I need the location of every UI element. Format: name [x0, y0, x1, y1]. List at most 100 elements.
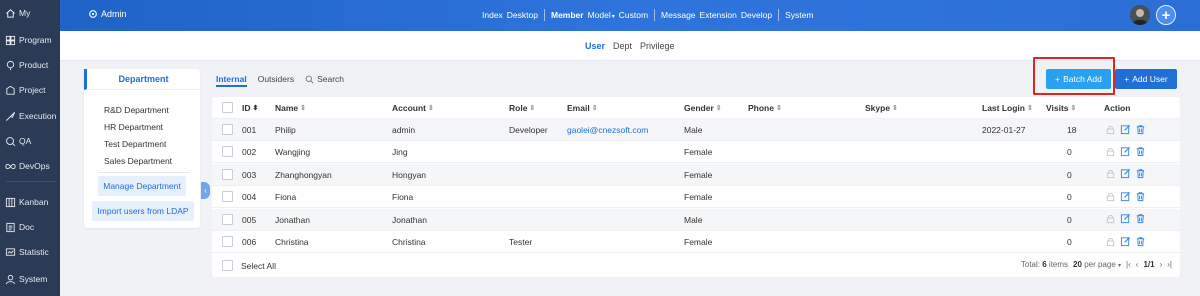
column-header-email[interactable]: Email ⇕ [567, 97, 598, 119]
select-all-label[interactable]: Select All [241, 261, 276, 271]
delete-user-button[interactable] [1135, 124, 1146, 137]
quick-add-button[interactable]: + [1156, 5, 1176, 25]
collapse-panel-toggle[interactable]: ‹ [201, 182, 210, 199]
avatar[interactable] [1130, 5, 1150, 25]
table-row[interactable]: 003 Zhanghongyan Hongyan Female 0 [212, 163, 1180, 186]
delete-user-button[interactable] [1135, 213, 1146, 226]
menu-member[interactable]: Member [551, 10, 584, 20]
column-header-last-login[interactable]: Last Login ⇕ [982, 97, 1033, 119]
tab-internal[interactable]: Internal [216, 74, 247, 87]
column-header-name[interactable]: Name ⇕ [275, 97, 306, 119]
edit-icon [1120, 214, 1131, 224]
select-all-checkbox[interactable] [222, 260, 233, 271]
select-all-checkbox-header[interactable] [222, 102, 233, 113]
lock-user-button[interactable] [1105, 191, 1116, 204]
sidebar-item-qa[interactable]: QA [0, 130, 60, 152]
tab-outsiders[interactable]: Outsiders [258, 74, 294, 84]
sidebar-item-statistic[interactable]: Statistic [0, 241, 60, 263]
table-row[interactable]: 005 Jonathan Jonathan Male 0 [212, 208, 1180, 231]
edit-user-button[interactable] [1120, 168, 1131, 181]
next-page-icon[interactable]: › [1160, 260, 1163, 269]
column-label: ID [242, 103, 251, 113]
delete-user-button[interactable] [1135, 146, 1146, 159]
row-checkbox[interactable] [222, 236, 233, 247]
tab-user[interactable]: User [585, 41, 605, 51]
menu-system[interactable]: System [785, 10, 813, 20]
edit-user-button[interactable] [1120, 213, 1131, 226]
menu-model[interactable]: Model▾ [588, 10, 615, 20]
sidebar-item-product[interactable]: Product [0, 54, 60, 76]
row-checkbox[interactable] [222, 146, 233, 158]
sidebar-item-doc[interactable]: Doc [0, 216, 60, 238]
sidebar-item-my[interactable]: My [0, 2, 60, 24]
menu-custom[interactable]: Custom [619, 10, 648, 20]
lock-user-button[interactable] [1105, 146, 1116, 159]
department-title[interactable]: Department [84, 69, 200, 90]
sidebar-item-label: Statistic [19, 247, 49, 257]
department-item[interactable]: HR Department [104, 122, 172, 139]
table-row[interactable]: 001 Philip admin Developer gaolei@cnezsoft.c… [212, 119, 1180, 141]
manage-department-button[interactable]: Manage Department [98, 176, 186, 196]
add-user-button[interactable]: + Add User [1115, 69, 1177, 89]
department-item[interactable]: R&D Department [104, 105, 172, 122]
column-header-skype[interactable]: Skype ⇕ [865, 97, 898, 119]
column-header-role[interactable]: Role ⇕ [509, 97, 535, 119]
department-item[interactable]: Test Department [104, 139, 172, 156]
chevron-down-icon: ▾ [1118, 263, 1122, 269]
trash-icon [1136, 236, 1145, 246]
column-label: Phone [748, 103, 774, 113]
delete-user-button[interactable] [1135, 236, 1146, 249]
cell-name: Zhanghongyan [275, 169, 332, 180]
lock-user-button[interactable] [1105, 213, 1116, 226]
sidebar-item-system[interactable]: System [0, 268, 60, 290]
edit-user-button[interactable] [1120, 124, 1131, 137]
sidebar-item-program[interactable]: Program [0, 29, 60, 51]
cell-email[interactable]: gaolei@cnezsoft.com [567, 119, 648, 141]
prev-page-icon[interactable]: ‹ [1136, 260, 1139, 269]
lock-user-button[interactable] [1105, 168, 1116, 181]
delete-user-button[interactable] [1135, 168, 1146, 181]
column-header-gender[interactable]: Gender ⇕ [684, 97, 722, 119]
column-header-account[interactable]: Account ⇕ [392, 97, 434, 119]
sidebar-item-execution[interactable]: Execution [0, 105, 60, 127]
row-checkbox[interactable] [222, 191, 233, 203]
cell-id: 002 [242, 147, 257, 158]
lock-user-button[interactable] [1105, 124, 1116, 137]
row-checkbox[interactable] [222, 124, 233, 135]
sidebar-item-devops[interactable]: DevOps [0, 155, 60, 177]
table-row[interactable]: 002 Wangjing Jing Female 0 [212, 141, 1180, 164]
per-page-select[interactable]: 20 per page ▾ [1073, 260, 1121, 269]
top-header: Admin Index Desktop Member Model▾ Custom… [60, 0, 1200, 31]
column-header-id[interactable]: ID ⬍ [242, 97, 258, 119]
first-page-icon[interactable]: |‹ [1126, 260, 1131, 269]
menu-develop[interactable]: Develop [741, 10, 772, 20]
cell-visits: 0 [1067, 169, 1072, 180]
program-icon [5, 35, 16, 45]
sidebar-item-project[interactable]: Project [0, 79, 60, 101]
menu-desktop[interactable]: Desktop [507, 10, 538, 20]
menu-message[interactable]: Message [661, 10, 696, 20]
edit-user-button[interactable] [1120, 146, 1131, 159]
menu-index[interactable]: Index [482, 10, 503, 20]
lock-user-button[interactable] [1105, 236, 1116, 249]
last-page-icon[interactable]: ›| [1167, 260, 1172, 269]
tab-privilege[interactable]: Privilege [640, 41, 675, 51]
tab-dept[interactable]: Dept [613, 41, 632, 51]
import-ldap-button[interactable]: Import users from LDAP [92, 201, 194, 221]
project-icon [6, 85, 15, 95]
menu-extension[interactable]: Extension [700, 10, 737, 20]
row-checkbox[interactable] [222, 168, 233, 180]
edit-user-button[interactable] [1120, 236, 1131, 249]
admin-switch[interactable]: Admin [88, 9, 127, 19]
sidebar-item-kanban[interactable]: Kanban [0, 191, 60, 213]
search-toggle[interactable]: Search [305, 74, 344, 84]
delete-user-button[interactable] [1135, 191, 1146, 204]
table-row[interactable]: 006 Christina Christina Tester Female 0 [212, 231, 1180, 253]
column-label: Skype [865, 103, 891, 113]
table-row[interactable]: 004 Fiona Fiona Female 0 [212, 186, 1180, 209]
column-header-visits[interactable]: Visits ⇕ [1046, 97, 1076, 119]
department-item[interactable]: Sales Department [104, 156, 172, 173]
row-checkbox[interactable] [222, 213, 233, 225]
edit-user-button[interactable] [1120, 191, 1131, 204]
column-header-phone[interactable]: Phone ⇕ [748, 97, 782, 119]
